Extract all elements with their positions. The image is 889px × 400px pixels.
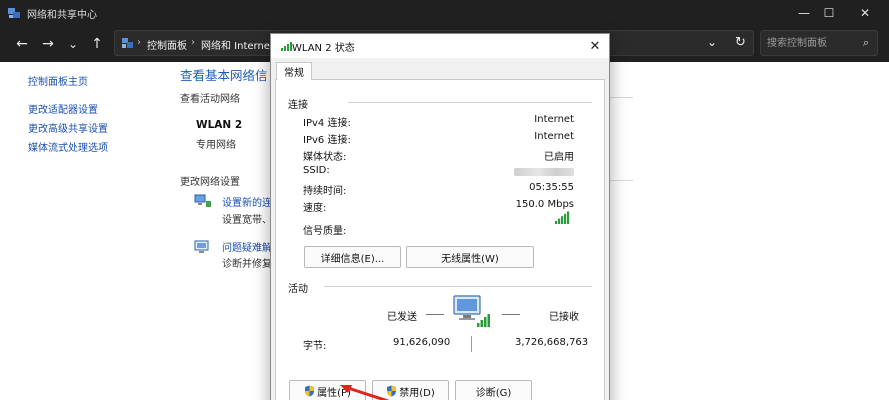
signal-strength-icon (555, 211, 570, 224)
media-state-label: 媒体状态: (303, 152, 347, 163)
task-link-new-connection[interactable]: 设置新的连 (222, 194, 272, 209)
ssid-value-redacted (514, 168, 574, 176)
refresh-button[interactable]: ↻ (735, 35, 746, 50)
sent-label: 已发送 (387, 312, 417, 323)
breadcrumb-control-panel[interactable]: 控制面板 (147, 37, 187, 52)
connection-heading: 连接 (288, 100, 308, 111)
sidebar-item-advanced-sharing[interactable]: 更改高级共享设置 (28, 120, 108, 135)
media-state-value: 已启用 (544, 152, 574, 163)
close-window-button[interactable]: ✕ (848, 0, 882, 26)
back-button[interactable]: ← (12, 35, 32, 53)
tab-general[interactable]: 常规 (276, 62, 312, 80)
signal-bar (558, 218, 561, 224)
ssid-label: SSID: (303, 165, 330, 176)
ipv6-label: IPv6 连接: (303, 135, 351, 146)
sidebar: 控制面板主页 更改适配器设置 更改高级共享设置 媒体流式处理选项 (0, 62, 170, 400)
speed-value: 150.0 Mbps (515, 199, 574, 210)
signal-bar (564, 213, 567, 224)
diagnose-button[interactable]: 诊断(G) (455, 380, 532, 400)
ipv6-value: Internet (534, 131, 574, 142)
breadcrumb-separator: › (191, 37, 195, 48)
page-title: 查看基本网络信 (180, 68, 268, 83)
network-activity-icon (453, 295, 490, 327)
signal-bar (555, 221, 558, 224)
received-line (502, 314, 520, 315)
network-name: WLAN 2 (196, 119, 243, 131)
wireless-properties-button[interactable]: 无线属性(W) (406, 246, 534, 268)
network-type: 专用网络 (196, 140, 236, 151)
network-center-icon (8, 8, 20, 18)
task-link-troubleshoot[interactable]: 问题疑难解 (222, 239, 272, 254)
troubleshoot-icon (194, 240, 209, 253)
task-desc-troubleshoot: 诊断并修复 (222, 259, 272, 270)
window-titlebar: 网络和共享中心 — ☐ ✕ (0, 0, 889, 26)
ipv4-value: Internet (534, 114, 574, 125)
new-connection-icon (194, 194, 211, 207)
active-networks-heading: 查看活动网络 (180, 94, 240, 105)
received-label: 已接收 (549, 312, 579, 323)
tab-panel-general: 连接 IPv4 连接: Internet IPv6 连接: Internet 媒… (275, 79, 605, 400)
signal-bar (561, 216, 564, 224)
control-panel-icon (122, 38, 133, 48)
signal-bar (567, 211, 570, 224)
bytes-separator (471, 336, 472, 352)
search-input[interactable] (767, 36, 853, 51)
group-divider (324, 286, 592, 287)
wlan-status-dialog: WLAN 2 状态 ✕ 常规 连接 IPv4 连接: Internet IPv6… (270, 33, 610, 400)
breadcrumb-separator: › (137, 37, 141, 48)
sidebar-item-adapter-settings[interactable]: 更改适配器设置 (28, 101, 98, 116)
recent-locations-button[interactable]: ⌄ (63, 35, 83, 53)
breadcrumb-network-internet[interactable]: 网络和 Internet (201, 37, 274, 52)
activity-heading: 活动 (288, 284, 308, 295)
sent-line (426, 314, 444, 315)
task-desc-new-connection: 设置宽带、 (222, 215, 272, 226)
forward-button[interactable]: → (38, 35, 58, 53)
up-button[interactable]: ↑ (87, 35, 107, 53)
bytes-sent-value: 91,626,090 (393, 337, 451, 348)
signal-quality-label: 信号质量: (303, 226, 347, 237)
speed-label: 速度: (303, 203, 327, 214)
sidebar-item-home[interactable]: 控制面板主页 (28, 73, 88, 88)
uac-shield-icon (305, 385, 315, 397)
window-title: 网络和共享中心 (27, 10, 97, 21)
ipv4-label: IPv4 连接: (303, 118, 351, 129)
address-dropdown-button[interactable]: ⌄ (707, 35, 717, 49)
details-button[interactable]: 详细信息(E)... (304, 246, 401, 268)
change-settings-heading: 更改网络设置 (180, 177, 240, 188)
bytes-label: 字节: (303, 341, 327, 352)
disable-label: 禁用(D) (399, 387, 435, 399)
dialog-titlebar: WLAN 2 状态 ✕ (271, 34, 609, 58)
annotation-arrow (340, 385, 390, 400)
search-icon[interactable]: ⌕ (863, 36, 869, 50)
duration-value: 05:35:55 (529, 182, 574, 193)
dialog-title: WLAN 2 状态 (292, 43, 355, 54)
wifi-icon (281, 42, 292, 51)
duration-label: 持续时间: (303, 186, 347, 197)
search-box[interactable]: ⌕ (760, 30, 878, 56)
sidebar-item-media-streaming[interactable]: 媒体流式处理选项 (28, 139, 108, 154)
dialog-close-button[interactable]: ✕ (585, 36, 605, 56)
bytes-received-value: 3,726,668,763 (515, 337, 589, 348)
maximize-button[interactable]: ☐ (812, 0, 846, 26)
group-divider (348, 102, 592, 103)
